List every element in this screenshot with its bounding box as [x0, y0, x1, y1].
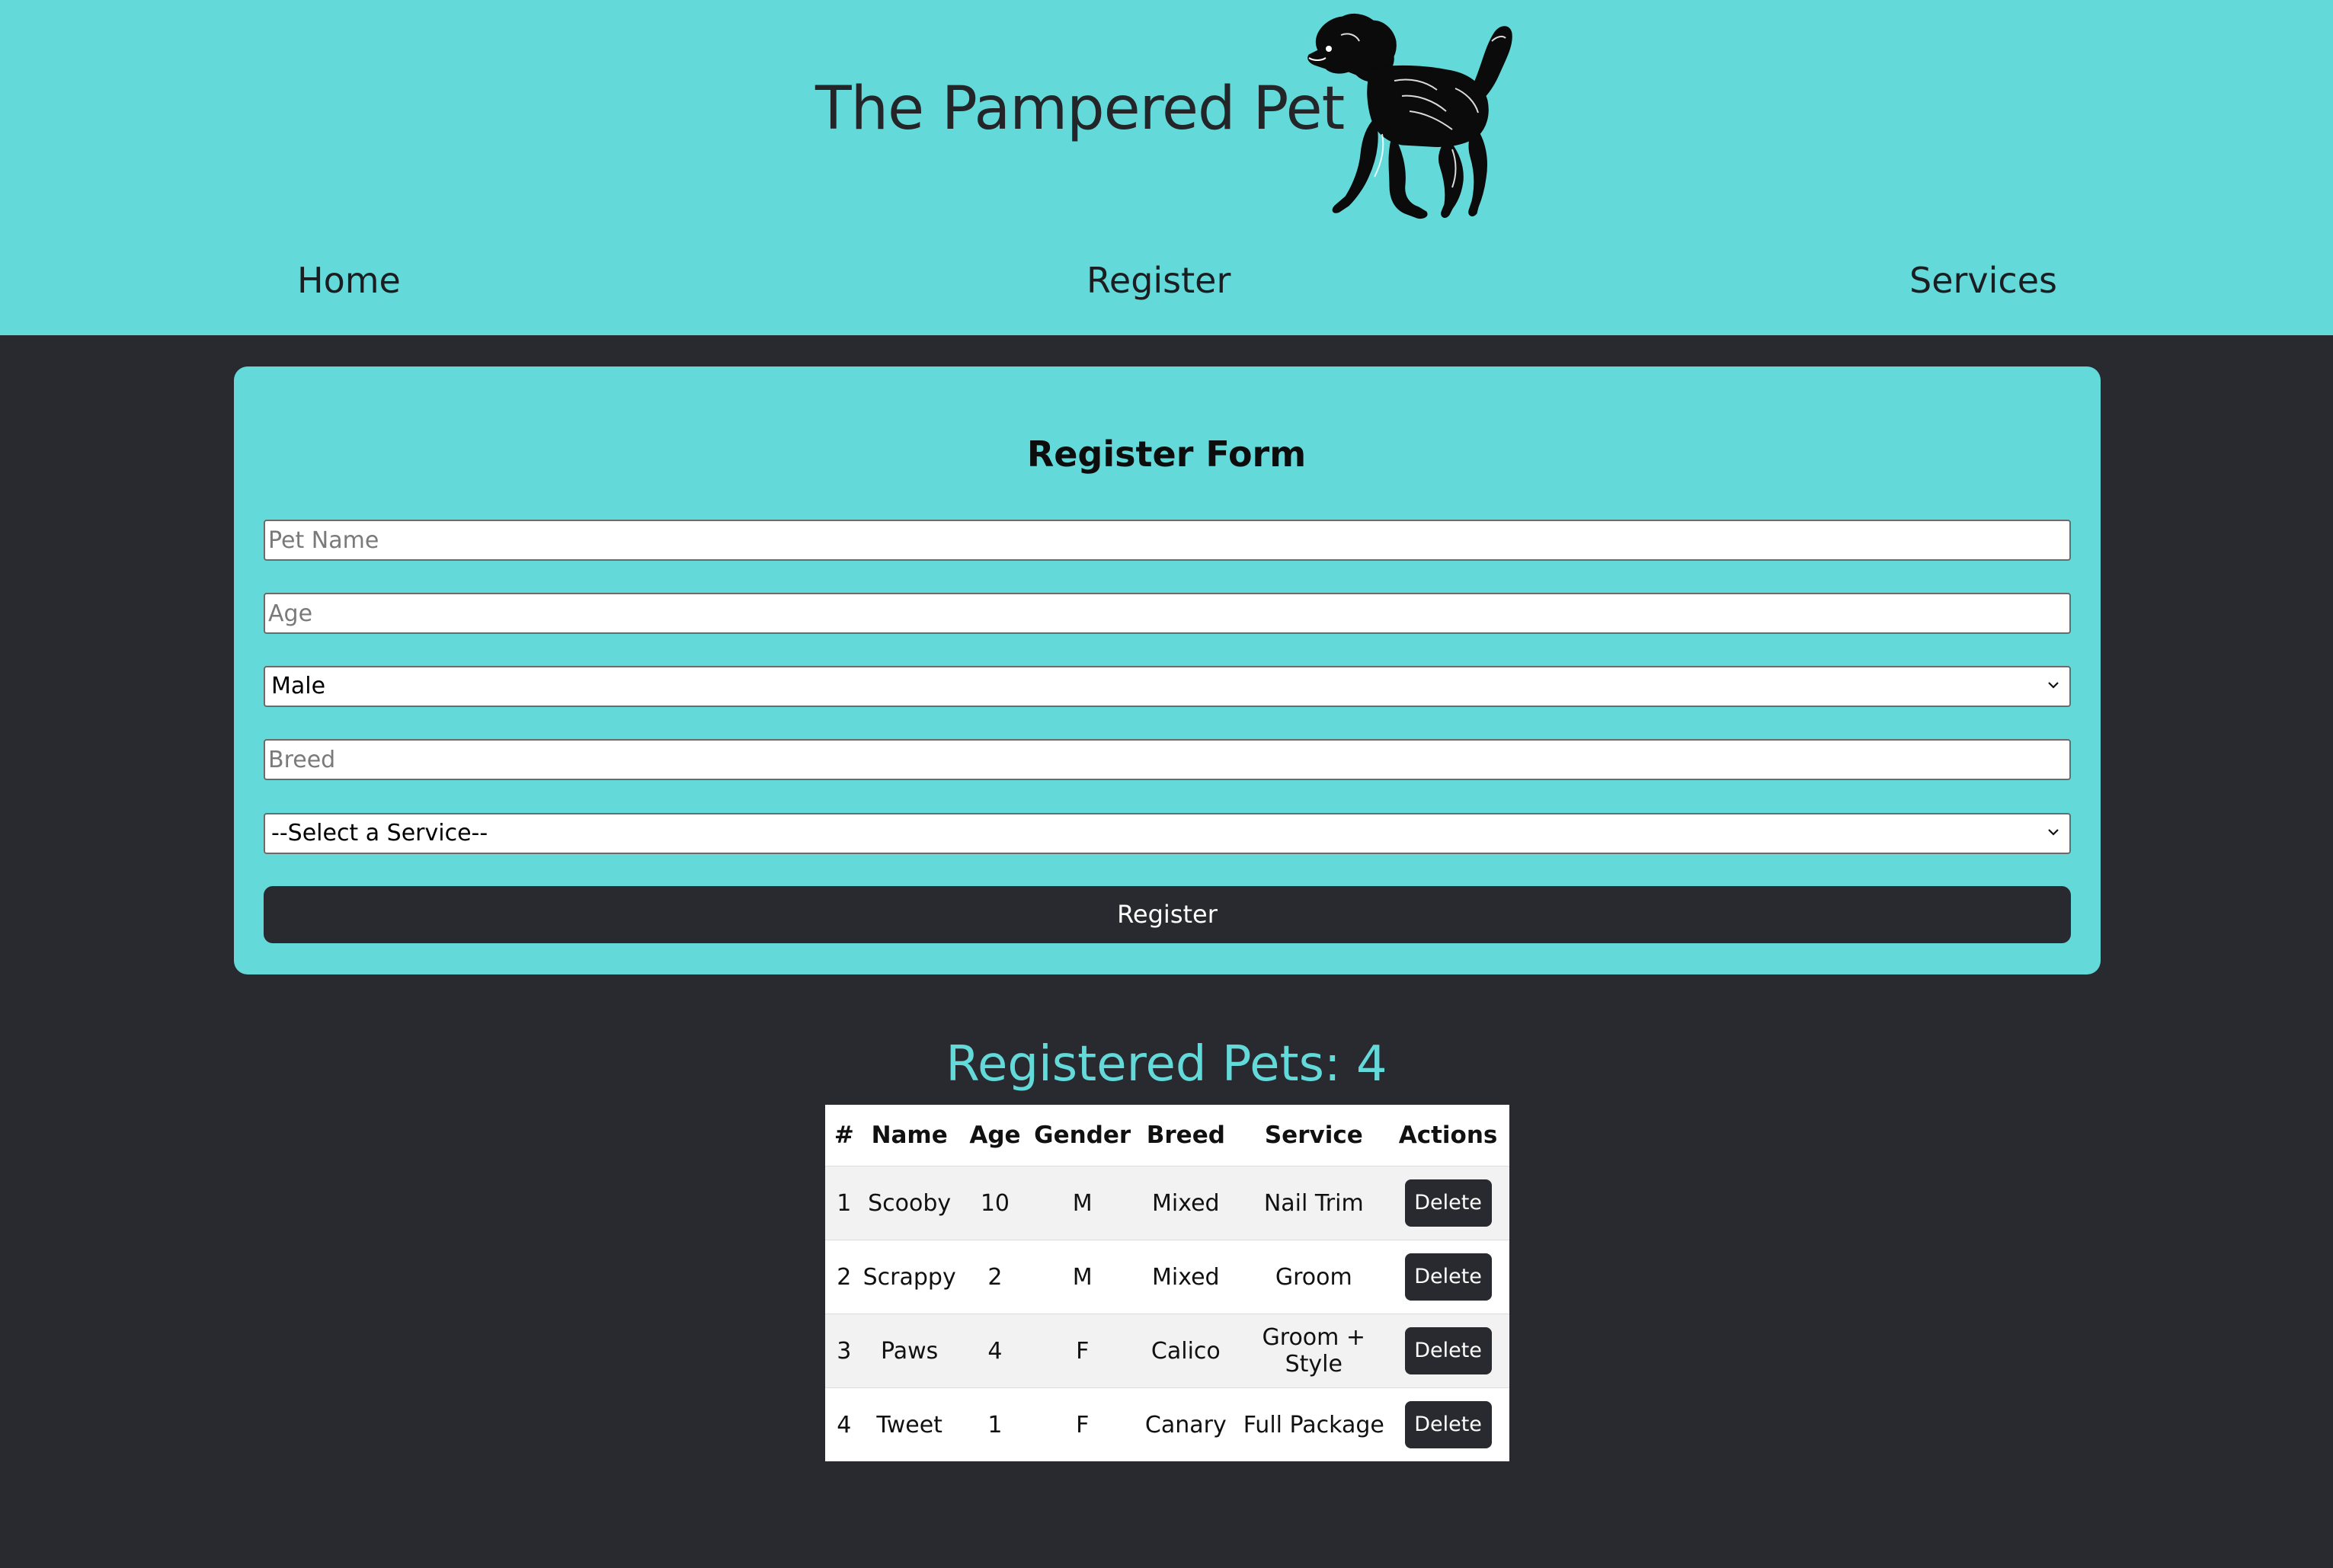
pets-table: # Name Age Gender Breed Service Actions …: [825, 1105, 1509, 1461]
nav-services[interactable]: Services: [1909, 255, 2057, 306]
column-header: #: [834, 1122, 854, 1149]
service-select[interactable]: --Select a Service--: [264, 813, 2071, 854]
cell-name: Paws: [862, 1314, 956, 1388]
registered-pets-heading: Registered Pets: 4: [946, 1036, 1387, 1093]
cell-service: Full Package: [1240, 1387, 1387, 1461]
cell-age: 4: [955, 1314, 1035, 1388]
column-header: Name: [871, 1122, 948, 1149]
dog-icon: [1307, 14, 1512, 219]
cell-number: 4: [825, 1387, 863, 1461]
cell-breed: Mixed: [1131, 1240, 1241, 1314]
nav-register[interactable]: Register: [1086, 255, 1231, 306]
table-row: 1 Scooby 10 M Mixed Nail Trim Delete: [825, 1166, 1509, 1240]
cell-actions: Delete: [1387, 1166, 1509, 1240]
cell-actions: Delete: [1387, 1240, 1509, 1314]
column-header: Gender: [1034, 1122, 1131, 1149]
table-row: 2 Scrappy 2 M Mixed Groom Delete: [825, 1240, 1509, 1314]
column-header: Service: [1264, 1122, 1363, 1149]
cell-gender: F: [1034, 1314, 1131, 1388]
cell-age: 2: [955, 1240, 1035, 1314]
cell-number: 2: [825, 1240, 863, 1314]
form-title: Register Form: [1026, 434, 1307, 475]
cell-service: Groom + Style: [1240, 1314, 1387, 1388]
column-header: Actions: [1398, 1122, 1498, 1149]
cell-actions: Delete: [1387, 1314, 1509, 1388]
breed-input[interactable]: [264, 739, 2071, 780]
site-header: The Pampered Pet Home Register Services: [0, 0, 2333, 335]
cell-name: Scrappy: [862, 1240, 956, 1314]
service-select-value: --Select a Service--: [271, 820, 488, 846]
gender-select-value: Male: [271, 673, 326, 699]
delete-button[interactable]: Delete: [1404, 1179, 1492, 1227]
cell-number: 3: [825, 1314, 863, 1388]
nav-home[interactable]: Home: [297, 255, 401, 306]
cell-breed: Calico: [1131, 1314, 1241, 1388]
cell-name: Tweet: [862, 1387, 956, 1461]
column-header: Breed: [1146, 1122, 1225, 1149]
cell-service: Nail Trim: [1240, 1166, 1387, 1240]
age-input[interactable]: [264, 593, 2071, 634]
cell-gender: F: [1034, 1387, 1131, 1461]
table-row: 4 Tweet 1 F Canary Full Package Delete: [825, 1387, 1509, 1461]
delete-button[interactable]: Delete: [1404, 1327, 1492, 1374]
site-title: The Pampered Pet: [815, 75, 1345, 143]
chevron-down-icon: [2048, 682, 2059, 689]
delete-button[interactable]: Delete: [1404, 1401, 1492, 1448]
cell-breed: Canary: [1131, 1387, 1241, 1461]
gender-select[interactable]: Male: [264, 666, 2071, 707]
pets-table-container: # Name Age Gender Breed Service Actions …: [825, 1105, 1509, 1461]
cell-name: Scooby: [862, 1166, 956, 1240]
cell-actions: Delete: [1387, 1387, 1509, 1461]
table-row: 3 Paws 4 F Calico Groom + Style Delete: [825, 1314, 1509, 1388]
cell-breed: Mixed: [1131, 1166, 1241, 1240]
chevron-down-icon: [2048, 829, 2059, 836]
cell-number: 1: [825, 1166, 863, 1240]
cell-service: Groom: [1240, 1240, 1387, 1314]
cell-gender: M: [1034, 1240, 1131, 1314]
cell-age: 1: [955, 1387, 1035, 1461]
delete-button[interactable]: Delete: [1404, 1253, 1492, 1301]
cell-gender: M: [1034, 1166, 1131, 1240]
table-header-row: # Name Age Gender Breed Service Actions: [825, 1105, 1509, 1166]
register-button[interactable]: Register: [264, 886, 2071, 943]
cell-age: 10: [955, 1166, 1035, 1240]
column-header: Age: [969, 1122, 1021, 1149]
pet-name-input[interactable]: [264, 520, 2071, 561]
